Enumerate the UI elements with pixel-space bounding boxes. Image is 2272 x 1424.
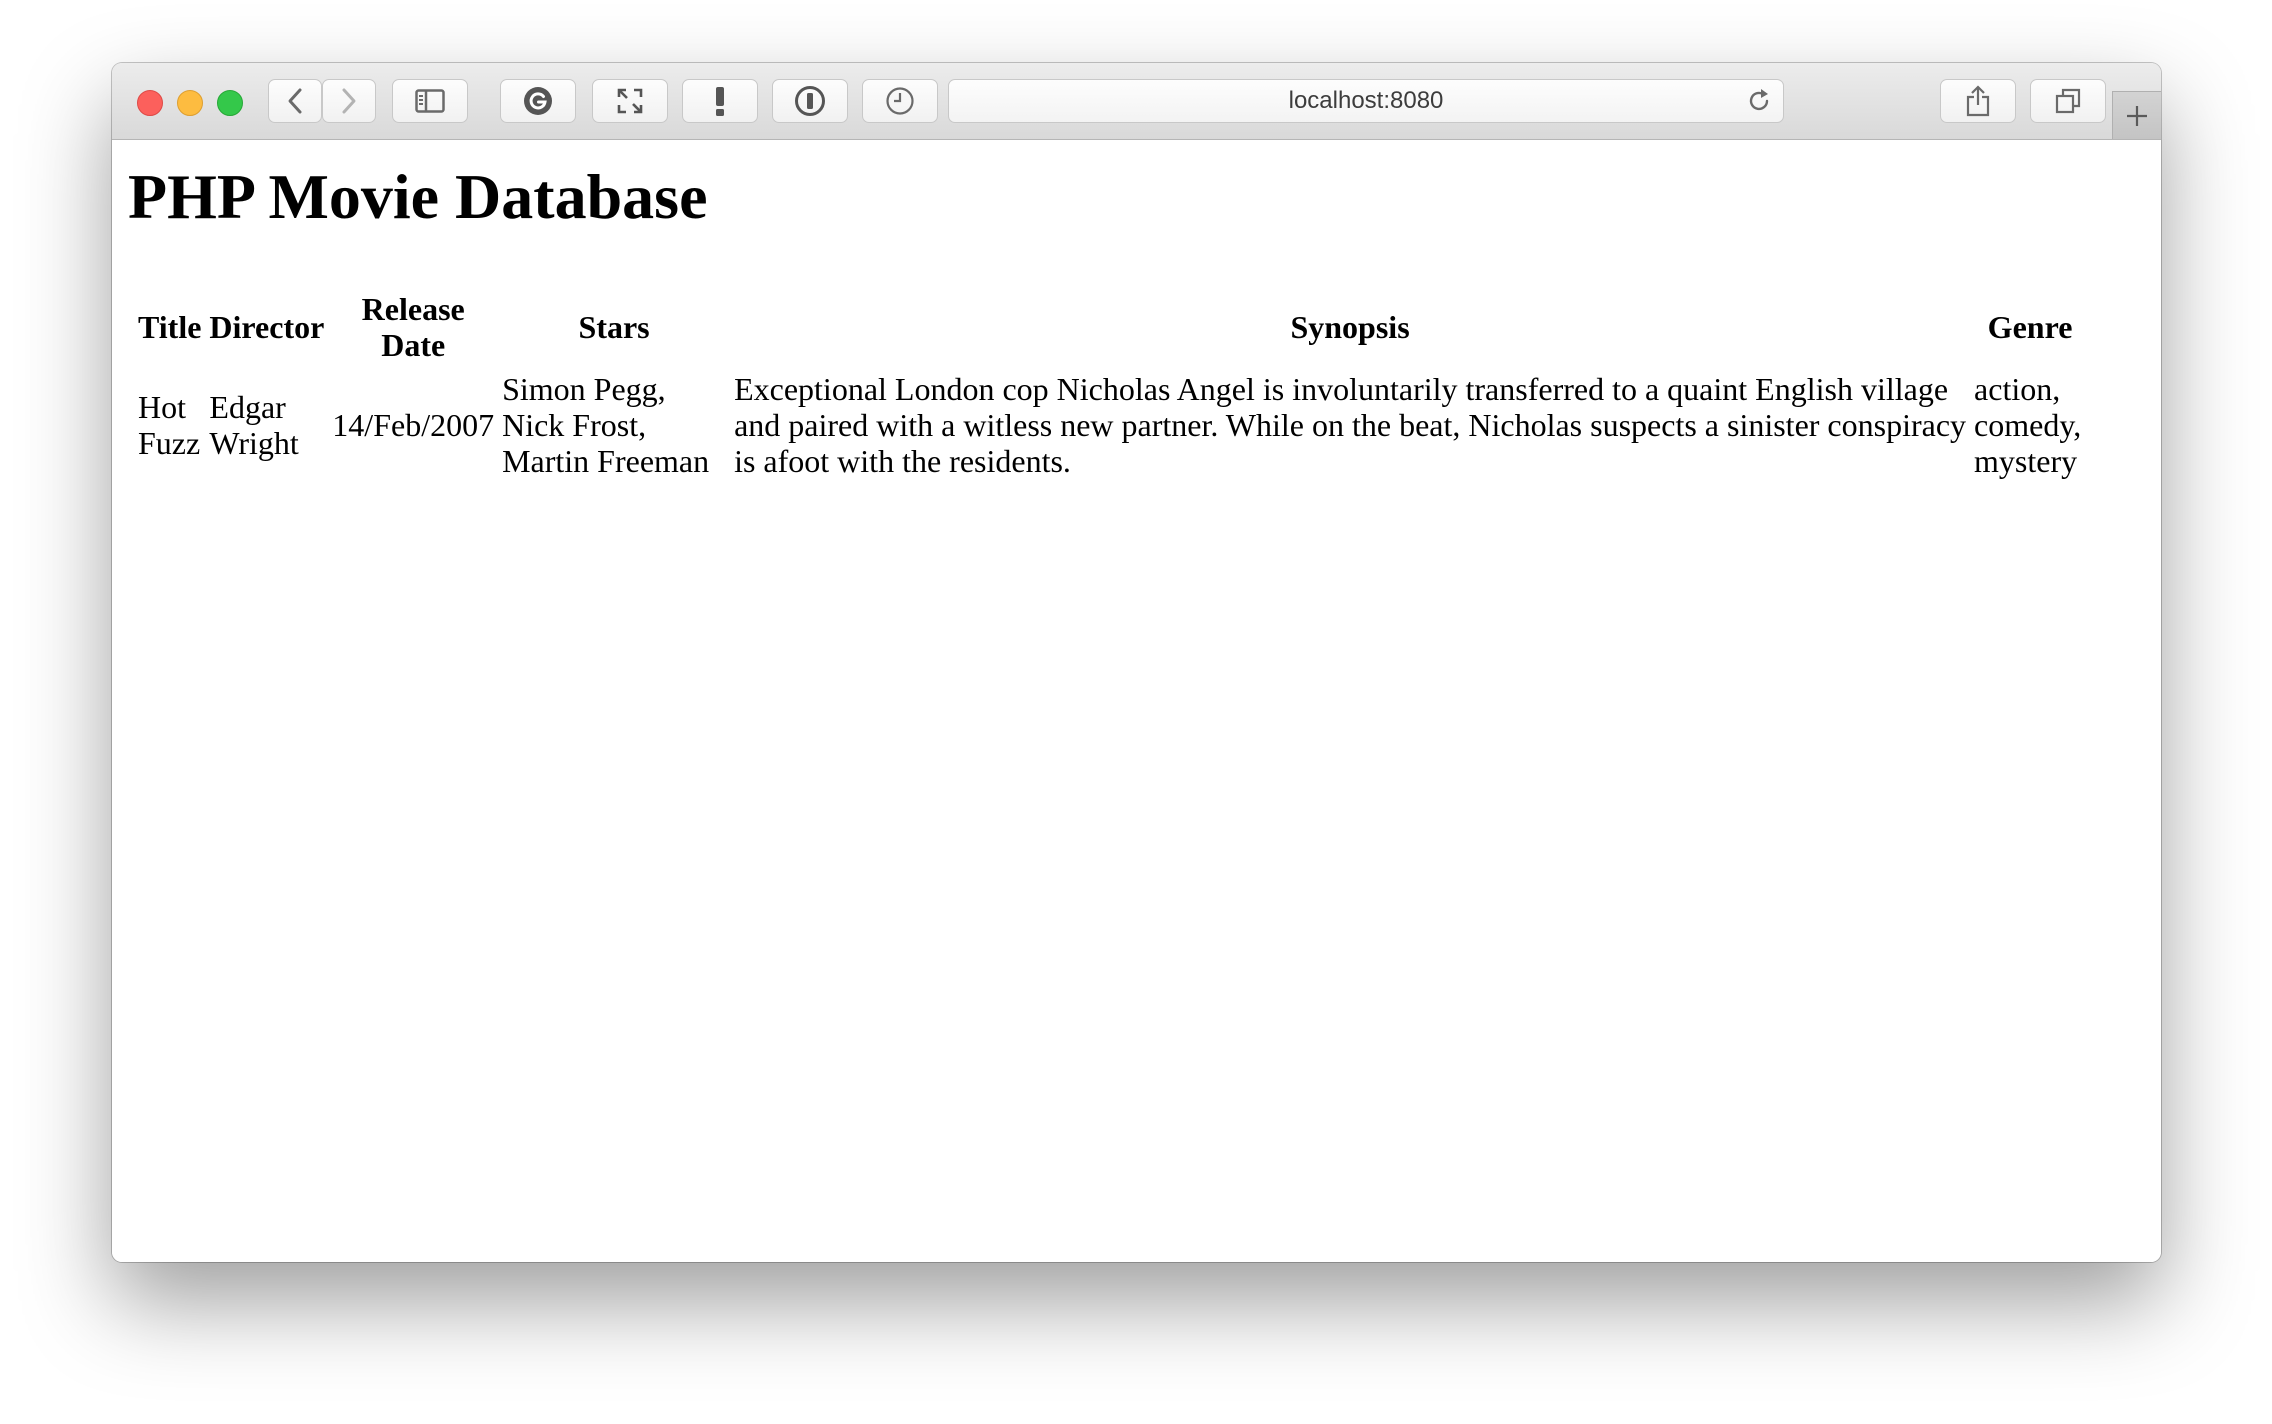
expand-icon <box>617 88 643 114</box>
column-header-title-label: Title <box>138 309 202 345</box>
screen: localhost:8080 PHP Movie Database Title … <box>0 0 2272 1424</box>
cell-genre-line-2: comedy, <box>1974 407 2082 443</box>
reload-icon[interactable] <box>1745 87 1773 115</box>
column-header-synopsis: Synopsis <box>732 289 1968 365</box>
column-header-stars: Stars <box>500 289 728 365</box>
alert-button[interactable] <box>682 79 758 123</box>
url-text: localhost:8080 <box>1288 87 1444 114</box>
chevron-right-icon <box>342 88 356 114</box>
column-header-release-label-1: Release <box>361 291 465 327</box>
fullscreen-button[interactable] <box>592 79 668 123</box>
cell-title: Hot Fuzz <box>136 369 203 481</box>
cell-director-line-1: Edgar <box>209 389 286 425</box>
cell-stars-line-3: Martin Freeman <box>502 443 710 479</box>
cell-stars-line-1: Simon Pegg, <box>502 371 666 407</box>
cell-director: Edgar Wright <box>207 369 326 481</box>
cell-genre-line-3: mystery <box>1974 443 2078 479</box>
sidebar-icon <box>415 89 445 113</box>
grammarly-button[interactable] <box>500 79 576 123</box>
exclamation-icon <box>716 87 724 116</box>
password-manager-button[interactable] <box>772 79 848 123</box>
cell-synopsis-line-3: is afoot with the residents. <box>734 443 1071 479</box>
cell-genre-line-1: action, <box>1974 371 2061 407</box>
zoom-window-button[interactable] <box>217 90 243 116</box>
forward-button[interactable] <box>322 79 376 123</box>
cell-release-date-text: 14/Feb/2007 <box>332 407 495 443</box>
browser-window: localhost:8080 PHP Movie Database Title … <box>112 63 2161 1262</box>
column-header-stars-label: Stars <box>578 309 650 345</box>
cell-genre: action, comedy, mystery <box>1972 369 2088 481</box>
column-header-release-label-2: Date <box>381 327 446 363</box>
table-row: Hot Fuzz Edgar Wright 14/Feb/2007 Simon Pe… <box>136 369 2088 481</box>
cell-release-date: 14/Feb/2007 <box>330 369 496 481</box>
cell-title-line-2: Fuzz <box>138 425 201 461</box>
page-content: PHP Movie Database Title Director Releas… <box>112 140 2161 1262</box>
cell-stars: Simon Pegg, Nick Frost, Martin Freeman <box>500 369 728 481</box>
new-tab-button[interactable] <box>2112 91 2161 139</box>
plus-icon <box>2127 105 2147 126</box>
cell-synopsis-line-1: Exceptional London cop Nicholas Angel is… <box>734 371 1949 407</box>
sidebar-button[interactable] <box>392 79 468 123</box>
cell-synopsis-line-2: and paired with a witless new partner. W… <box>734 407 1967 443</box>
column-header-genre-label: Genre <box>1987 309 2073 345</box>
clock-icon <box>886 87 914 115</box>
cell-title-line-1: Hot <box>138 389 186 425</box>
share-button[interactable] <box>1940 79 2016 123</box>
tabs-icon <box>2055 88 2081 114</box>
column-header-synopsis-label: Synopsis <box>1290 309 1410 345</box>
chevron-left-icon <box>288 88 302 114</box>
address-bar[interactable]: localhost:8080 <box>948 79 1784 123</box>
column-header-director-label: Director <box>209 309 325 345</box>
share-icon <box>1966 85 1990 117</box>
column-header-title: Title <box>136 289 203 365</box>
column-header-genre: Genre <box>1972 289 2088 365</box>
grammarly-icon <box>524 87 552 115</box>
cell-synopsis: Exceptional London cop Nicholas Angel is… <box>732 369 1968 481</box>
1password-icon <box>795 86 825 116</box>
cell-director-line-2: Wright <box>209 425 299 461</box>
cell-stars-line-2: Nick Frost, <box>502 407 647 443</box>
close-window-button[interactable] <box>137 90 163 116</box>
table-header-row: Title Director Release Date Stars Synopsi… <box>136 289 2088 365</box>
movies-table: Title Director Release Date Stars Synopsi… <box>132 285 2092 485</box>
column-header-release-date: Release Date <box>330 289 496 365</box>
minimize-window-button[interactable] <box>177 90 203 116</box>
history-button[interactable] <box>862 79 938 123</box>
browser-toolbar: localhost:8080 <box>112 63 2161 140</box>
column-header-director: Director <box>207 289 326 365</box>
back-button[interactable] <box>268 79 322 123</box>
tabs-overview-button[interactable] <box>2030 79 2106 123</box>
page-title: PHP Movie Database <box>128 161 708 232</box>
